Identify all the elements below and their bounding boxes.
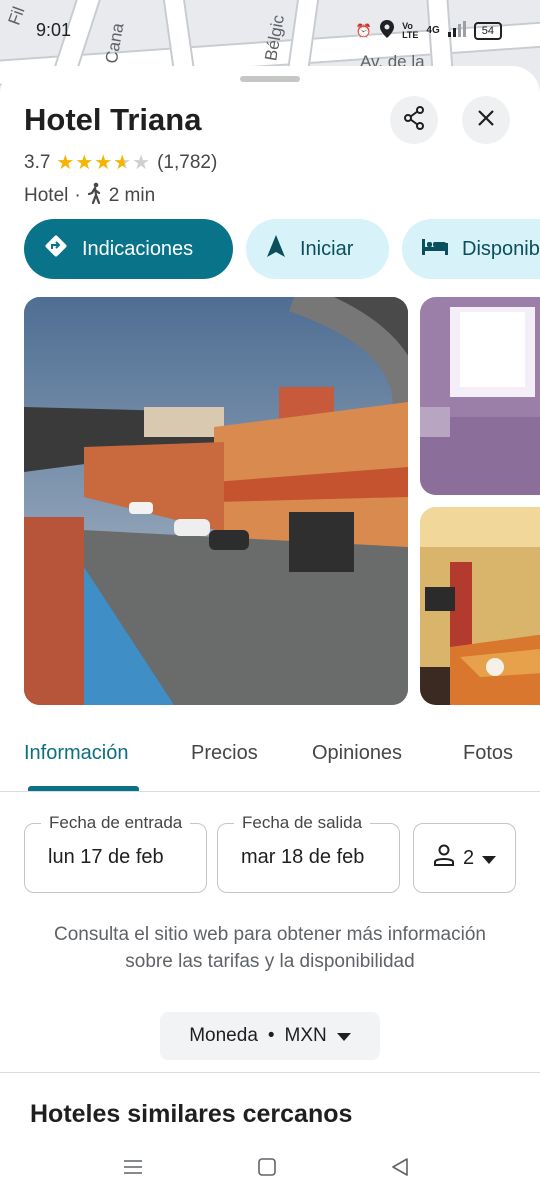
rates-note: Consulta el sitio web para obtener más i… — [54, 924, 486, 972]
share-icon — [403, 105, 425, 135]
star-empty-icon: ★ — [132, 152, 152, 174]
rating-value: 3.7 — [24, 151, 51, 173]
meta-separator: · — [74, 185, 81, 206]
walk-icon — [87, 182, 103, 210]
similar-hotels-title: Hoteles similares cercanos — [30, 1100, 353, 1128]
review-count: (1,782) — [157, 151, 218, 173]
currency-label: Moneda — [189, 1025, 258, 1046]
status-time: 9:01 — [36, 20, 72, 40]
checkin-label: Fecha de entrada — [41, 813, 191, 833]
start-button[interactable]: Iniciar — [246, 219, 389, 279]
recents-button[interactable] — [118, 1154, 148, 1184]
checkout-label: Fecha de salida — [234, 813, 371, 833]
checkout-date-field[interactable]: Fecha de salida mar 18 de feb — [217, 813, 400, 893]
directions-icon — [44, 234, 68, 264]
alarm-icon: ⏰ — [355, 22, 373, 38]
network-type: 4G — [426, 25, 440, 36]
location-icon — [380, 20, 395, 41]
drag-handle[interactable] — [240, 76, 300, 82]
status-bar: 9:01 ⏰ Vo LTE 4G 54 — [0, 0, 540, 60]
place-category: Hotel — [24, 185, 69, 206]
directions-label: Indicaciones — [82, 237, 194, 260]
hotel-photo-main[interactable] — [24, 297, 408, 705]
star-icon: ★ — [94, 152, 114, 174]
meta-row: Hotel · 2 min — [24, 182, 155, 210]
start-label: Iniciar — [300, 237, 354, 260]
dropdown-arrow-icon — [336, 1025, 351, 1047]
star-icon: ★ — [56, 152, 76, 174]
guests-selector[interactable]: 2 — [413, 823, 516, 893]
checkout-value: mar 18 de feb — [241, 846, 365, 868]
battery-icon: 54 — [473, 21, 502, 40]
directions-button[interactable]: Indicaciones — [24, 219, 233, 279]
tab-precios[interactable]: Precios — [191, 742, 258, 765]
status-icons: ⏰ Vo LTE 4G 54 — [356, 20, 502, 41]
currency-dot: • — [267, 1025, 275, 1046]
checkin-value: lun 17 de feb — [48, 846, 164, 868]
guests-count: 2 — [462, 846, 475, 869]
star-half-icon: ★ — [113, 152, 133, 174]
hotel-photo-room-window[interactable] — [420, 297, 540, 495]
square-icon — [258, 1157, 276, 1181]
tab-opiniones[interactable]: Opiniones — [312, 742, 402, 765]
place-sheet: Hotel Triana 3.7 ★★★★★ (1,782) Hotel · 2… — [0, 66, 540, 1200]
star-icon: ★ — [75, 152, 95, 174]
rating-row[interactable]: 3.7 ★★★★★ (1,782) — [24, 150, 217, 175]
volte-icon: Vo LTE — [402, 20, 419, 40]
walk-time: 2 min — [108, 185, 156, 206]
availability-label: Disponib — [462, 237, 540, 260]
currency-value: MXN — [284, 1025, 327, 1046]
tab-informacion[interactable]: Información — [24, 742, 129, 765]
signal-icon — [447, 21, 466, 40]
close-button[interactable] — [462, 96, 510, 144]
system-nav-bar — [0, 1140, 540, 1200]
tab-fotos[interactable]: Fotos — [463, 742, 513, 765]
hotel-photo-room-bed[interactable] — [420, 507, 540, 705]
back-triangle-icon — [391, 1157, 409, 1181]
tab-bar: Información Precios Opiniones Fotos — [0, 726, 540, 792]
back-button[interactable] — [385, 1154, 415, 1184]
currency-selector[interactable]: Moneda • MXN — [160, 1012, 380, 1060]
navigation-arrow-icon — [266, 235, 286, 263]
place-title: Hotel Triana — [24, 102, 202, 137]
availability-button[interactable]: Disponib — [402, 219, 540, 279]
dropdown-arrow-icon — [482, 847, 497, 870]
star-rating: ★★★★★ — [56, 150, 151, 175]
home-button[interactable] — [252, 1154, 282, 1184]
bed-icon — [422, 237, 448, 261]
share-button[interactable] — [390, 96, 438, 144]
active-tab-indicator — [28, 786, 139, 791]
section-divider — [0, 1072, 540, 1073]
menu-lines-icon — [123, 1159, 143, 1180]
checkin-date-field[interactable]: Fecha de entrada lun 17 de feb — [24, 813, 207, 893]
person-icon — [433, 844, 455, 872]
close-icon — [477, 109, 495, 132]
